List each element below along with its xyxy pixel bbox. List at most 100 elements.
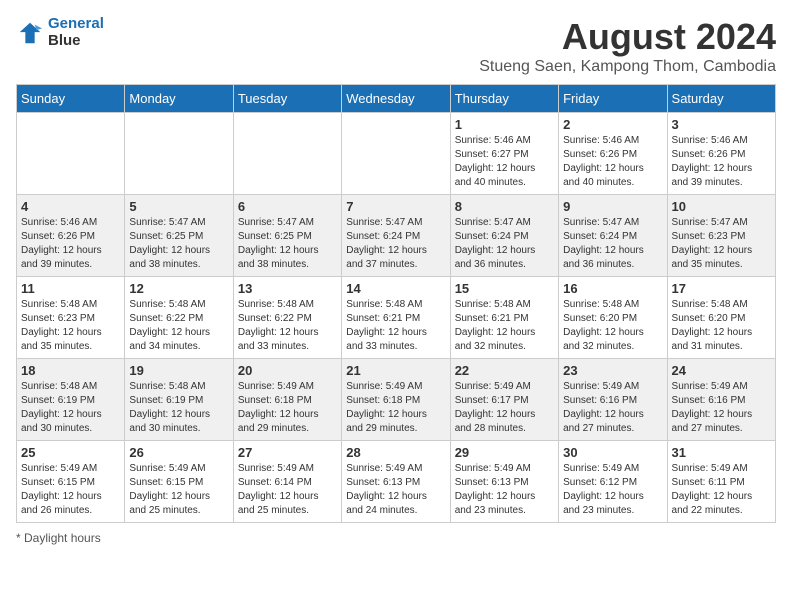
calendar-week-5: 25 Sunrise: 5:49 AM Sunset: 6:15 PM Dayli… (17, 441, 776, 523)
day-info: Sunrise: 5:49 AM Sunset: 6:11 PM Dayligh… (672, 462, 771, 518)
calendar-cell (233, 113, 341, 195)
calendar-cell: 19 Sunrise: 5:48 AM Sunset: 6:19 PM Dayli… (125, 359, 233, 441)
day-info: Sunrise: 5:46 AM Sunset: 6:27 PM Dayligh… (455, 134, 554, 190)
calendar-cell: 8 Sunrise: 5:47 AM Sunset: 6:24 PM Daylig… (450, 195, 558, 277)
calendar-cell: 5 Sunrise: 5:47 AM Sunset: 6:25 PM Daylig… (125, 195, 233, 277)
day-number: 14 (346, 281, 445, 296)
day-number: 7 (346, 199, 445, 214)
calendar-cell: 12Sunrise: 5:48 AM Sunset: 6:22 PM Dayli… (125, 277, 233, 359)
calendar-cell: 16 Sunrise: 5:48 AM Sunset: 6:20 PM Dayli… (559, 277, 667, 359)
day-number: 24 (672, 363, 771, 378)
day-number: 25 (21, 445, 120, 460)
day-number: 23 (563, 363, 662, 378)
weekday-header-tuesday: Tuesday (233, 85, 341, 113)
weekday-header-sunday: Sunday (17, 85, 125, 113)
day-info: Sunrise: 5:46 AM Sunset: 6:26 PM Dayligh… (672, 134, 771, 190)
calendar-cell: 22Sunrise: 5:49 AM Sunset: 6:17 PM Dayli… (450, 359, 558, 441)
day-info: Sunrise: 5:48 AM Sunset: 6:23 PM Dayligh… (21, 298, 120, 354)
day-info: Sunrise: 5:48 AM Sunset: 6:20 PM Dayligh… (672, 298, 771, 354)
day-number: 19 (129, 363, 228, 378)
day-info: Sunrise: 5:48 AM Sunset: 6:22 PM Dayligh… (129, 298, 228, 354)
day-info: Sunrise: 5:49 AM Sunset: 6:18 PM Dayligh… (238, 380, 337, 436)
calendar-cell: 24Sunrise: 5:49 AM Sunset: 6:16 PM Dayli… (667, 359, 775, 441)
calendar-cell: 31 Sunrise: 5:49 AM Sunset: 6:11 PM Dayli… (667, 441, 775, 523)
calendar-cell: 11Sunrise: 5:48 AM Sunset: 6:23 PM Dayli… (17, 277, 125, 359)
calendar-cell: 14 Sunrise: 5:48 AM Sunset: 6:21 PM Dayli… (342, 277, 450, 359)
calendar-cell: 30 Sunrise: 5:49 AM Sunset: 6:12 PM Dayli… (559, 441, 667, 523)
calendar-week-3: 11Sunrise: 5:48 AM Sunset: 6:23 PM Dayli… (17, 277, 776, 359)
calendar-cell: 3 Sunrise: 5:46 AM Sunset: 6:26 PM Daylig… (667, 113, 775, 195)
calendar-cell: 25 Sunrise: 5:49 AM Sunset: 6:15 PM Dayli… (17, 441, 125, 523)
day-info: Sunrise: 5:48 AM Sunset: 6:21 PM Dayligh… (346, 298, 445, 354)
calendar-cell: 15 Sunrise: 5:48 AM Sunset: 6:21 PM Dayli… (450, 277, 558, 359)
page-title: August 2024 (479, 16, 776, 58)
day-number: 29 (455, 445, 554, 460)
day-number: 5 (129, 199, 228, 214)
day-number: 10 (672, 199, 771, 214)
title-area: August 2024 Stueng Saen, Kampong Thom, C… (479, 16, 776, 76)
day-number: 27 (238, 445, 337, 460)
calendar-cell: 20 Sunrise: 5:49 AM Sunset: 6:18 PM Dayli… (233, 359, 341, 441)
calendar-cell: 1 Sunrise: 5:46 AM Sunset: 6:27 PM Daylig… (450, 113, 558, 195)
day-number: 18 (21, 363, 120, 378)
day-info: Sunrise: 5:49 AM Sunset: 6:13 PM Dayligh… (455, 462, 554, 518)
calendar-cell: 26 Sunrise: 5:49 AM Sunset: 6:15 PM Dayli… (125, 441, 233, 523)
calendar-cell: 29 Sunrise: 5:49 AM Sunset: 6:13 PM Dayli… (450, 441, 558, 523)
day-info: Sunrise: 5:48 AM Sunset: 6:19 PM Dayligh… (129, 380, 228, 436)
day-info: Sunrise: 5:47 AM Sunset: 6:25 PM Dayligh… (238, 216, 337, 272)
calendar-week-2: 4 Sunrise: 5:46 AM Sunset: 6:26 PM Daylig… (17, 195, 776, 277)
calendar-cell: 2 Sunrise: 5:46 AM Sunset: 6:26 PM Daylig… (559, 113, 667, 195)
weekday-header-saturday: Saturday (667, 85, 775, 113)
day-number: 13 (238, 281, 337, 296)
day-info: Sunrise: 5:47 AM Sunset: 6:24 PM Dayligh… (346, 216, 445, 272)
calendar-table: SundayMondayTuesdayWednesdayThursdayFrid… (16, 84, 776, 523)
logo: General Blue (16, 16, 104, 49)
day-number: 31 (672, 445, 771, 460)
day-number: 26 (129, 445, 228, 460)
calendar-cell (125, 113, 233, 195)
day-info: Sunrise: 5:47 AM Sunset: 6:24 PM Dayligh… (563, 216, 662, 272)
day-info: Sunrise: 5:49 AM Sunset: 6:15 PM Dayligh… (129, 462, 228, 518)
day-info: Sunrise: 5:48 AM Sunset: 6:21 PM Dayligh… (455, 298, 554, 354)
calendar-cell: 13 Sunrise: 5:48 AM Sunset: 6:22 PM Dayli… (233, 277, 341, 359)
page-subtitle: Stueng Saen, Kampong Thom, Cambodia (479, 58, 776, 76)
day-number: 15 (455, 281, 554, 296)
weekday-header-wednesday: Wednesday (342, 85, 450, 113)
weekday-header-friday: Friday (559, 85, 667, 113)
day-info: Sunrise: 5:49 AM Sunset: 6:15 PM Dayligh… (21, 462, 120, 518)
day-number: 22 (455, 363, 554, 378)
logo-line2: Blue (48, 32, 81, 49)
weekday-header-monday: Monday (125, 85, 233, 113)
logo-line1: General (48, 15, 104, 32)
day-info: Sunrise: 5:46 AM Sunset: 6:26 PM Dayligh… (563, 134, 662, 190)
day-info: Sunrise: 5:47 AM Sunset: 6:25 PM Dayligh… (129, 216, 228, 272)
calendar-cell: 6 Sunrise: 5:47 AM Sunset: 6:25 PM Daylig… (233, 195, 341, 277)
calendar-cell: 28Sunrise: 5:49 AM Sunset: 6:13 PM Dayli… (342, 441, 450, 523)
calendar-cell: 7 Sunrise: 5:47 AM Sunset: 6:24 PM Daylig… (342, 195, 450, 277)
calendar-cell: 18Sunrise: 5:48 AM Sunset: 6:19 PM Dayli… (17, 359, 125, 441)
day-info: Sunrise: 5:46 AM Sunset: 6:26 PM Dayligh… (21, 216, 120, 272)
day-info: Sunrise: 5:49 AM Sunset: 6:16 PM Dayligh… (563, 380, 662, 436)
day-info: Sunrise: 5:47 AM Sunset: 6:24 PM Dayligh… (455, 216, 554, 272)
day-number: 2 (563, 117, 662, 132)
logo-bird-icon (16, 19, 44, 47)
day-number: 6 (238, 199, 337, 214)
day-number: 1 (455, 117, 554, 132)
day-info: Sunrise: 5:48 AM Sunset: 6:22 PM Dayligh… (238, 298, 337, 354)
logo-text: General Blue (48, 16, 104, 49)
calendar-week-1: 1 Sunrise: 5:46 AM Sunset: 6:27 PM Daylig… (17, 113, 776, 195)
calendar-cell: 21Sunrise: 5:49 AM Sunset: 6:18 PM Dayli… (342, 359, 450, 441)
day-number: 4 (21, 199, 120, 214)
calendar-cell: 17 Sunrise: 5:48 AM Sunset: 6:20 PM Dayli… (667, 277, 775, 359)
weekday-header-row: SundayMondayTuesdayWednesdayThursdayFrid… (17, 85, 776, 113)
day-number: 17 (672, 281, 771, 296)
day-number: 3 (672, 117, 771, 132)
day-info: Sunrise: 5:49 AM Sunset: 6:12 PM Dayligh… (563, 462, 662, 518)
day-info: Sunrise: 5:48 AM Sunset: 6:20 PM Dayligh… (563, 298, 662, 354)
day-number: 16 (563, 281, 662, 296)
day-number: 8 (455, 199, 554, 214)
day-number: 20 (238, 363, 337, 378)
day-number: 30 (563, 445, 662, 460)
day-number: 9 (563, 199, 662, 214)
calendar-cell: 27Sunrise: 5:49 AM Sunset: 6:14 PM Dayli… (233, 441, 341, 523)
